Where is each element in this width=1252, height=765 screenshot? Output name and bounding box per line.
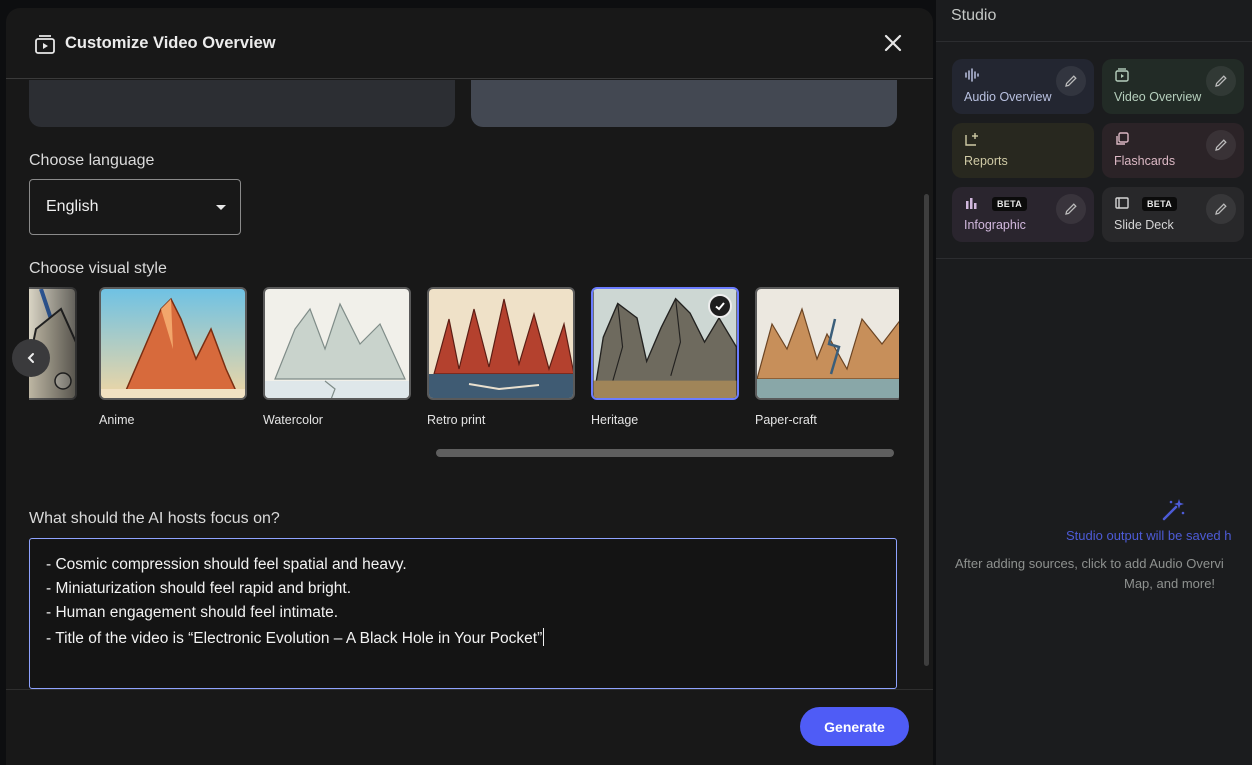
flashcards-icon — [1116, 132, 1129, 145]
magic-wand-icon — [1162, 499, 1185, 521]
video-overview-icon — [35, 35, 55, 54]
style-option-anime[interactable]: Anime — [99, 287, 247, 427]
edit-flashcards-button[interactable] — [1206, 130, 1236, 160]
audio-overview-tile[interactable]: Audio Overview — [952, 59, 1094, 114]
divider — [6, 689, 933, 690]
dialog-title: Customize Video Overview — [65, 34, 276, 52]
edit-video-button[interactable] — [1206, 66, 1236, 96]
dropdown-arrow-icon — [216, 205, 226, 210]
pencil-icon — [1215, 203, 1227, 215]
customize-video-dialog: Customize Video Overview Choose language… — [6, 8, 933, 765]
selected-check-icon — [708, 294, 732, 318]
tile-label: Flashcards — [1114, 154, 1176, 168]
slide-deck-icon — [1115, 197, 1129, 209]
text-cursor — [543, 628, 545, 646]
studio-empty-title: Studio output will be saved h — [1066, 528, 1232, 543]
language-label: Choose language — [29, 152, 155, 169]
style-preview-image — [101, 289, 245, 398]
format-option-card[interactable] — [29, 80, 455, 127]
video-overview-tile[interactable]: Video Overview — [1102, 59, 1244, 114]
carousel-prev-button[interactable] — [12, 339, 50, 377]
app-root: Studio Audio Overview Video Overview Rep… — [0, 0, 1252, 765]
style-name: Retro print — [427, 413, 486, 427]
beta-badge: BETA — [1142, 197, 1178, 211]
dialog-scrollbar[interactable] — [924, 194, 929, 666]
style-name: Paper-craft — [755, 413, 817, 427]
video-icon — [1115, 68, 1129, 82]
style-thumbnail — [755, 287, 899, 400]
beta-badge: BETA — [992, 197, 1028, 211]
pencil-icon — [1065, 75, 1077, 87]
format-option-card-selected[interactable] — [471, 80, 897, 127]
reports-tile[interactable]: Reports — [952, 123, 1094, 178]
slide-deck-tile[interactable]: BETA Slide Deck — [1102, 187, 1244, 242]
tile-label: Infographic — [964, 218, 1026, 232]
carousel-scrollbar[interactable] — [436, 449, 894, 457]
tile-label: Slide Deck — [1114, 218, 1174, 232]
focus-text-line: - Cosmic compression should feel spatial… — [46, 556, 407, 573]
style-name: Watercolor — [263, 413, 323, 427]
close-button[interactable] — [880, 30, 906, 56]
focus-text: - Title of the video is “Electronic Evol… — [46, 630, 543, 647]
pencil-icon — [1215, 75, 1227, 87]
tile-label: Video Overview — [1114, 90, 1202, 104]
reports-icon — [965, 133, 978, 146]
focus-text-line: - Miniaturization should feel rapid and … — [46, 580, 352, 597]
style-name: Anime — [99, 413, 135, 427]
style-preview-image — [429, 289, 573, 398]
style-carousel: Anime Watercolor Retro print Heritage Pa… — [29, 287, 899, 462]
style-option-watercolor[interactable]: Watercolor — [263, 287, 411, 427]
style-thumbnail — [263, 287, 411, 400]
tile-label: Audio Overview — [964, 90, 1052, 104]
infographic-icon — [966, 198, 977, 209]
studio-empty-text: Map, and more! — [1124, 576, 1216, 591]
dialog-header: Customize Video Overview — [6, 8, 933, 79]
chevron-left-icon — [27, 353, 34, 363]
edit-slide-deck-button[interactable] — [1206, 194, 1236, 224]
style-thumbnail — [591, 287, 739, 400]
style-thumbnail — [99, 287, 247, 400]
generate-button[interactable]: Generate — [800, 707, 909, 746]
language-value: English — [46, 198, 99, 215]
style-thumbnail — [427, 287, 575, 400]
pencil-icon — [1215, 139, 1227, 151]
tile-label: Reports — [964, 154, 1008, 168]
flashcards-tile[interactable]: Flashcards — [1102, 123, 1244, 178]
edit-audio-button[interactable] — [1056, 66, 1086, 96]
style-option-retro-print[interactable]: Retro print — [427, 287, 575, 427]
studio-empty-text: After adding sources, click to add Audio… — [955, 556, 1224, 571]
visual-style-label: Choose visual style — [29, 260, 167, 277]
style-option-heritage[interactable]: Heritage — [591, 287, 739, 427]
focus-text-line: - Human engagement should feel intimate. — [46, 604, 339, 621]
language-select[interactable]: English — [29, 179, 241, 235]
style-preview-image — [757, 289, 899, 398]
focus-label: What should the AI hosts focus on? — [29, 510, 280, 527]
close-icon — [884, 34, 902, 52]
infographic-tile[interactable]: BETA Infographic — [952, 187, 1094, 242]
studio-title: Studio — [951, 7, 997, 24]
divider — [936, 258, 1252, 259]
pencil-icon — [1065, 203, 1077, 215]
style-name: Heritage — [591, 413, 639, 427]
studio-panel: Studio Audio Overview Video Overview Rep… — [936, 0, 1252, 765]
divider — [936, 41, 1252, 42]
edit-infographic-button[interactable] — [1056, 194, 1086, 224]
style-option-paper-craft[interactable]: Paper-craft — [755, 287, 899, 427]
audio-waveform-icon — [965, 68, 979, 82]
focus-textarea[interactable]: - Cosmic compression should feel spatial… — [29, 538, 897, 689]
focus-text-line-last: - Title of the video is “Electronic Evol… — [46, 628, 545, 648]
style-preview-image — [265, 289, 409, 398]
